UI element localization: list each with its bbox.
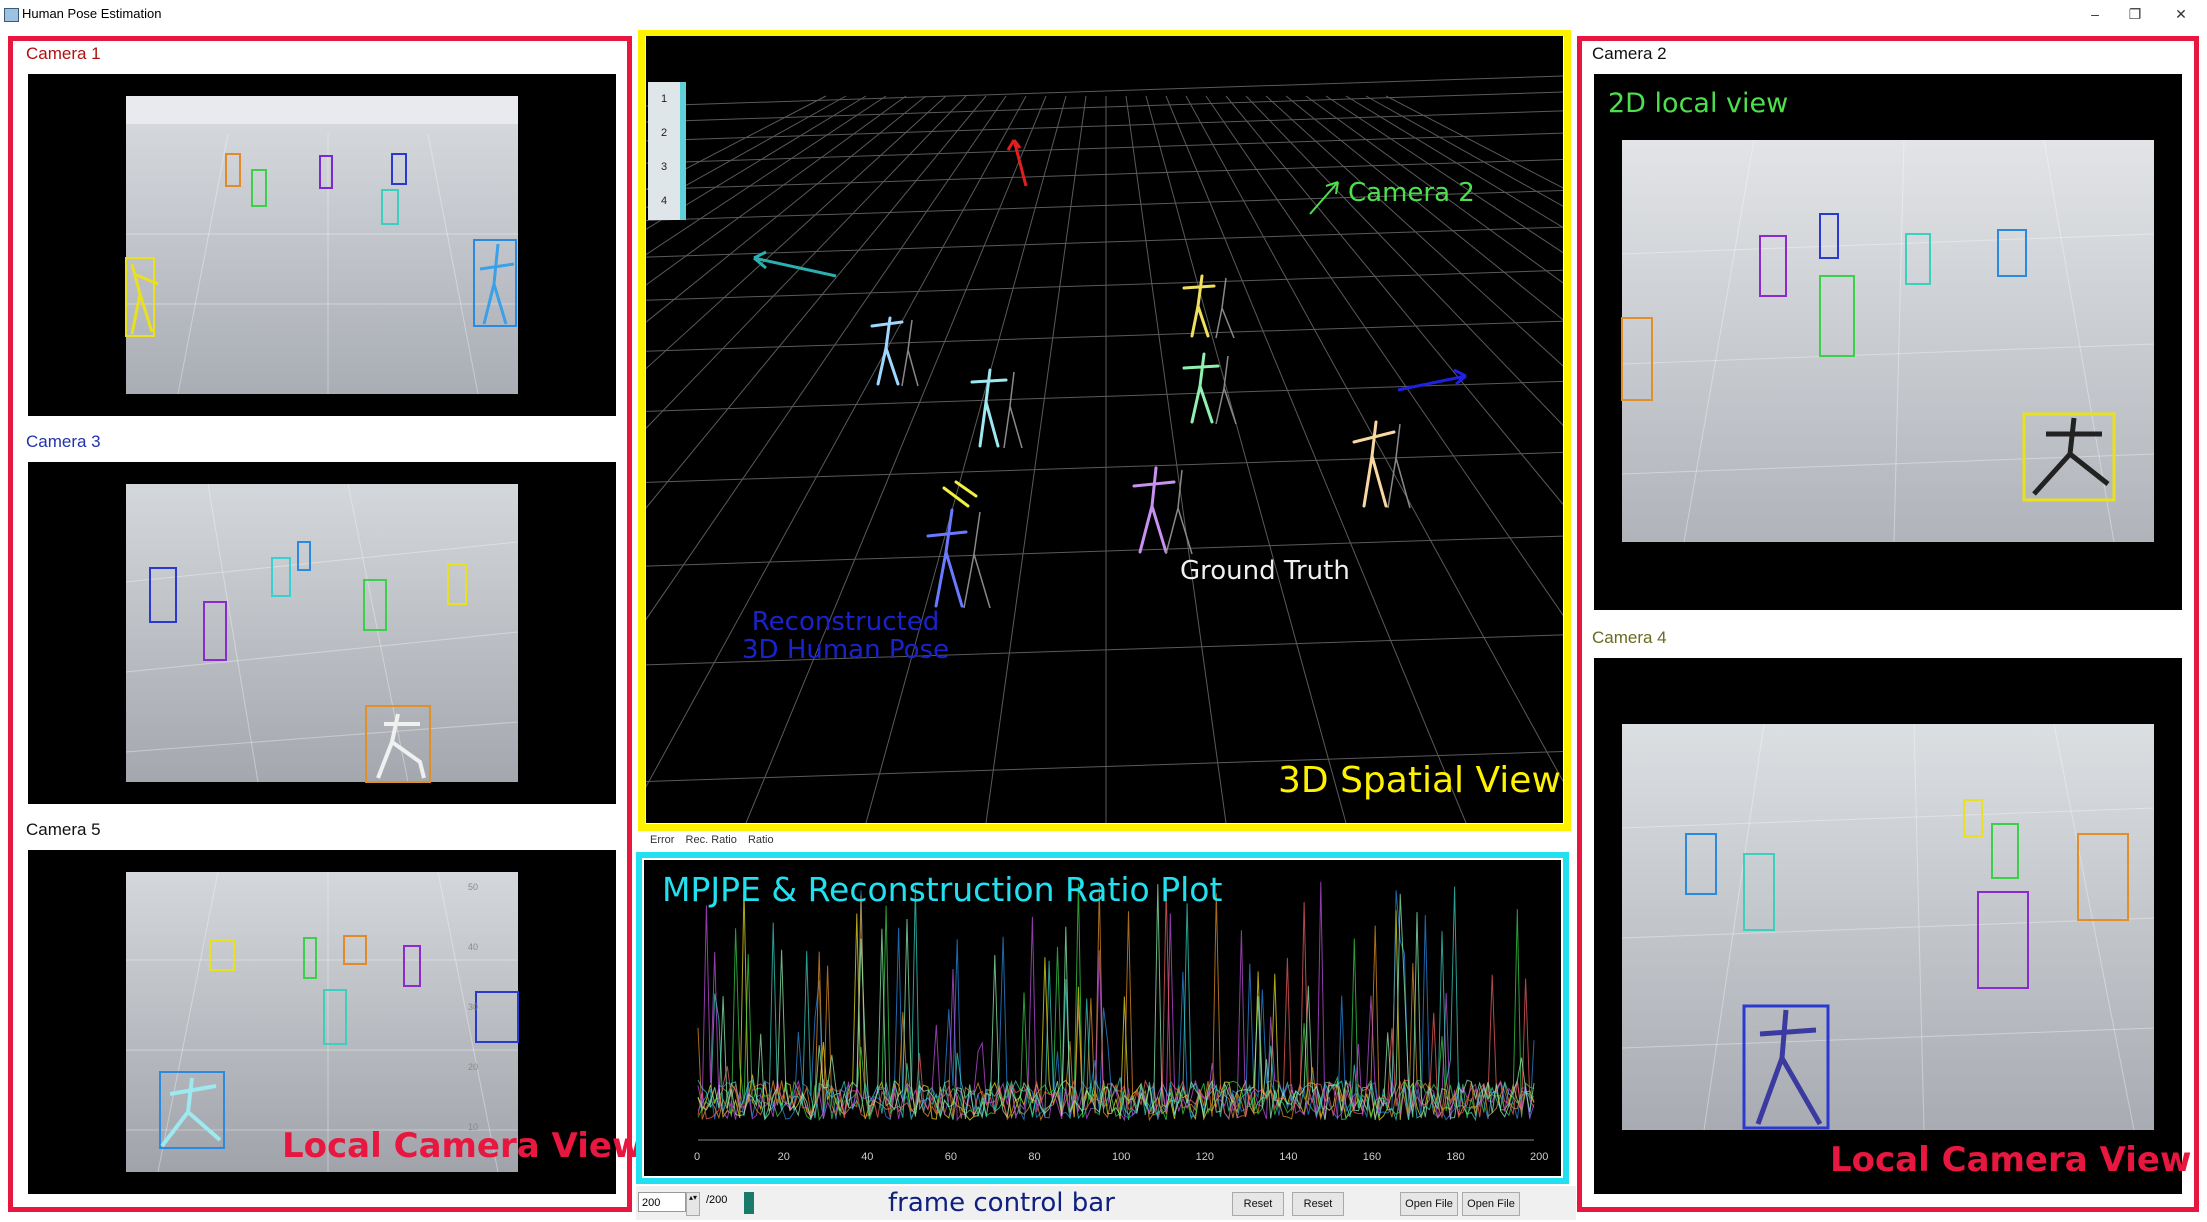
reconstructed-label-line2: 3D Human Pose [742,635,950,665]
spatial-3d-view[interactable]: Camera 2 Ground Truth Reconstructed 3D H… [646,36,1563,823]
plot-x-tick: 200 [1530,1151,1548,1163]
tab-ratio[interactable]: Ratio [748,834,774,846]
reset-button-2[interactable]: Reset [1292,1192,1344,1216]
app-icon [4,8,19,22]
camera-2-3d-label: Camera 2 [1348,178,1475,208]
grid-line [646,110,1563,142]
camera-1-view[interactable] [28,74,616,416]
svg-text:40: 40 [468,942,478,952]
frame-total: /200 [706,1194,728,1206]
plot-x-tick: 40 [861,1151,873,1163]
grid-line [646,320,1563,352]
right-local-camera-view-label: Local Camera View [1830,1140,2192,1180]
reconstructed-label-line1: Reconstructed [751,607,940,637]
camera-4-scene [1621,723,2155,1131]
plot-x-tick: 160 [1363,1151,1381,1163]
frame-control-bar: 200 ▴▾ /200 frame control bar Reset Rese… [636,1186,1576,1220]
plot-overlay-label: MPJPE & Reconstruction Ratio Plot [662,870,1223,909]
plot-x-tick: 20 [778,1151,790,1163]
mpjpe-plot[interactable]: 0 20 40 60 80 100 120 140 160 180 200 MPJPE & Reco… [644,860,1561,1176]
grid-line [646,91,1563,123]
plot-x-tick: 0 [694,1151,700,1163]
camera-1-label: Camera 1 [26,44,101,63]
svg-text:30: 30 [468,1002,478,1012]
minimize-button[interactable]: – [2080,4,2110,24]
grid-line [646,95,987,509]
open-file-button-1[interactable]: Open File [1400,1192,1458,1216]
spatial-side-tabs: 1 2 3 4 [648,82,686,220]
plot-x-tick: 60 [945,1151,957,1163]
grid-line [646,95,1027,788]
grid-line [646,95,947,370]
camera-2-view[interactable]: 2D local view [1594,74,2182,610]
plot-x-tick: 180 [1446,1151,1464,1163]
spatial-view-overlay-label: 3D Spatial View [1278,760,1561,801]
svg-text:20: 20 [468,1062,478,1072]
plot-x-tick: 120 [1196,1151,1214,1163]
grid-line [646,535,1563,567]
window-title: Human Pose Estimation [22,6,162,21]
grid-line [646,75,1563,107]
grid-line [646,95,927,323]
local-view-label: 2D local view [1608,88,1789,119]
axis-arrow-cyan [753,250,837,278]
frame-input[interactable]: 200 [638,1192,686,1212]
plot-x-tick: 140 [1279,1151,1297,1163]
axis-arrow-blue [1397,368,1467,392]
close-button[interactable]: ✕ [2166,4,2196,24]
camera-3-label: Camera 3 [26,432,101,451]
camera-4-view[interactable] [1594,658,2182,1194]
camera-2-label: Camera 2 [1592,44,1667,63]
side-tab-2[interactable]: 2 [648,116,680,150]
grid-line [646,95,967,430]
camera-4-label: Camera 4 [1592,628,1667,647]
restore-button[interactable]: ❐ [2120,4,2150,24]
open-file-button-2[interactable]: Open File [1462,1192,1520,1216]
side-tab-3[interactable]: 3 [648,150,680,184]
frame-slider-handle[interactable] [744,1192,754,1214]
axis-arrow-red [1006,139,1028,187]
frame-control-label: frame control bar [888,1188,1115,1218]
plot-x-tick: 80 [1028,1151,1040,1163]
spatial-scene [646,75,1563,823]
camera-5-label: Camera 5 [26,820,101,839]
plot-x-tick: 100 [1112,1151,1130,1163]
title-bar: Human Pose Estimation – ❐ ✕ [0,0,2207,28]
grid-line [646,226,1563,258]
frame-spin-button[interactable]: ▴▾ [686,1192,700,1216]
reconstructed-pose-label: Reconstructed 3D Human Pose [742,608,949,664]
tab-rec-ratio[interactable]: Rec. Ratio [686,834,737,846]
ground-truth-label: Ground Truth [1180,556,1350,586]
side-tab-1[interactable]: 1 [648,82,680,116]
camera-2-scene [1621,139,2155,543]
camera-1-scene [125,96,518,395]
side-tab-4[interactable]: 4 [648,184,680,218]
tab-error[interactable]: Error [650,834,674,846]
grid-line [646,451,1563,483]
grid-line [646,132,1563,164]
camera-3-view[interactable] [28,462,616,804]
svg-text:50: 50 [468,882,478,892]
plot-tabs: Error Rec. Ratio Ratio [650,834,782,846]
left-local-camera-view-label: Local Camera View [282,1126,644,1166]
camera-3-scene [125,483,519,783]
reset-button-1[interactable]: Reset [1232,1192,1284,1216]
